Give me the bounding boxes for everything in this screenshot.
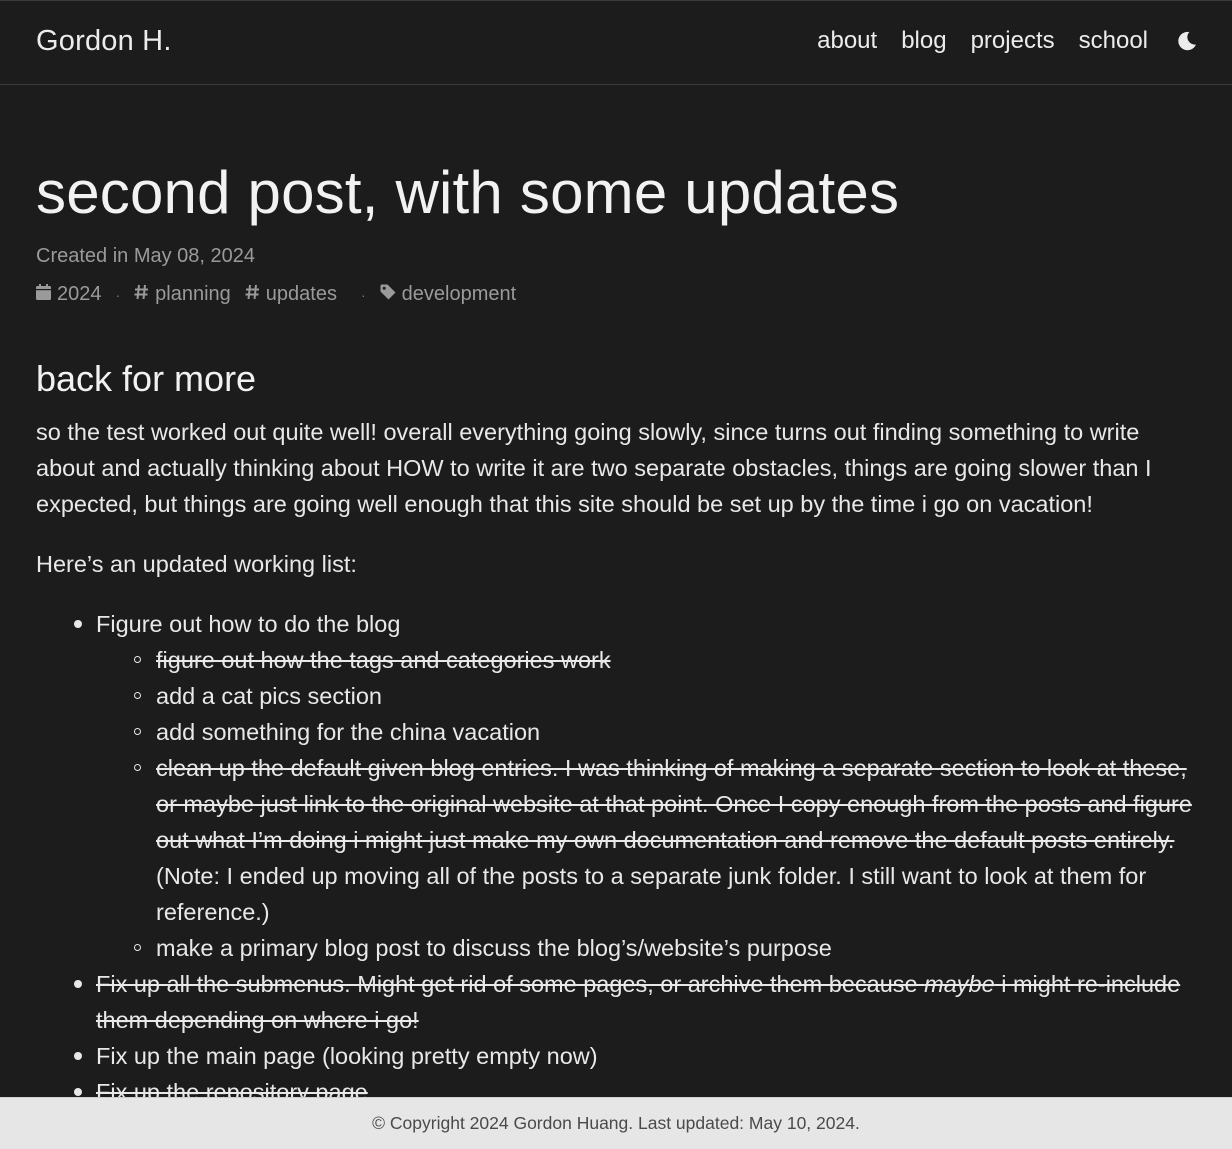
footer: © Copyright 2024 Gordon Huang. Last upda… bbox=[0, 1097, 1232, 1149]
post-date: Created in May 08, 2024 bbox=[36, 245, 256, 267]
list-item: Fix up all the submenus. Might get rid o… bbox=[36, 966, 1196, 1038]
nav-links: about blog projects school bbox=[793, 27, 1198, 55]
list-item-emphasis: maybe bbox=[924, 971, 995, 997]
calendar-icon bbox=[36, 283, 51, 306]
list-item-text: Fix up all the submenus. Might get rid o… bbox=[96, 971, 925, 997]
post-title: second post, with some updates bbox=[36, 159, 900, 226]
sub-list-item: make a primary blog post to discuss the … bbox=[96, 930, 1196, 966]
section-heading: back for more bbox=[36, 358, 257, 399]
navbar: Gordon H. about blog projects school bbox=[0, 0, 1232, 85]
category-label: development bbox=[401, 283, 517, 305]
site-brand-link[interactable]: Gordon H. bbox=[36, 25, 172, 58]
sub-list-item: clean up the default given blog entries.… bbox=[96, 750, 1196, 930]
meta-separator: · bbox=[360, 286, 366, 303]
footer-copyright: © Copyright 2024 Gordon Huang. Last upda… bbox=[372, 1113, 860, 1133]
tag-link-planning[interactable]: planning bbox=[134, 283, 231, 306]
list-item-text: Figure out how to do the blog bbox=[96, 611, 401, 637]
sub-list-item: add something for the china vacation bbox=[96, 714, 1196, 750]
tag-label-planning: planning bbox=[155, 283, 231, 305]
tag-label-updates: updates bbox=[265, 283, 337, 305]
sub-list-item-text: figure out how the tags and categories w… bbox=[156, 647, 611, 673]
sub-list: figure out how the tags and categories w… bbox=[96, 642, 1196, 966]
post-meta: 2024 · planning updates · development bbox=[36, 283, 516, 306]
working-list: Figure out how to do the blog figure out… bbox=[36, 606, 1196, 1110]
list-item: Figure out how to do the blog figure out… bbox=[36, 606, 1196, 966]
sub-list-item-text: add a cat pics section bbox=[156, 683, 382, 709]
tag-icon bbox=[380, 283, 396, 306]
nav-link-school[interactable]: school bbox=[1079, 27, 1148, 55]
year-label: 2024 bbox=[57, 283, 102, 305]
sub-list-item-text: make a primary blog post to discuss the … bbox=[156, 935, 832, 961]
year-link[interactable]: 2024 bbox=[36, 283, 102, 306]
sub-list-item: add a cat pics section bbox=[96, 678, 1196, 714]
sub-list-item-text: clean up the default given blog entries.… bbox=[156, 755, 1192, 853]
meta-separator: · bbox=[115, 286, 121, 303]
tag-link-updates[interactable]: updates bbox=[245, 283, 337, 306]
nav-link-about[interactable]: about bbox=[817, 27, 877, 55]
hashtag-icon bbox=[245, 283, 260, 306]
category-link-development[interactable]: development bbox=[380, 283, 517, 306]
sub-list-item-text: add something for the china vacation bbox=[156, 719, 541, 745]
post-paragraph: Here’s an updated working list: bbox=[36, 551, 357, 577]
nav-link-projects[interactable]: projects bbox=[971, 27, 1055, 55]
list-item-text: Fix up the main page (looking pretty emp… bbox=[96, 1043, 598, 1069]
sub-list-item-note: (Note: I ended up moving all of the post… bbox=[156, 863, 1147, 925]
moon-icon[interactable] bbox=[1176, 30, 1198, 52]
post-paragraph: so the test worked out quite well! overa… bbox=[36, 419, 1152, 517]
sub-list-item: figure out how the tags and categories w… bbox=[96, 642, 1196, 678]
nav-link-blog[interactable]: blog bbox=[901, 27, 946, 55]
hashtag-icon bbox=[134, 283, 149, 306]
list-item: Fix up the main page (looking pretty emp… bbox=[36, 1038, 1196, 1074]
